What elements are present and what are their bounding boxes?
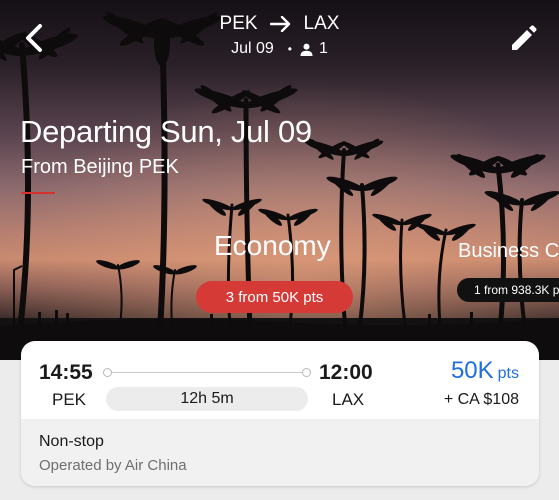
route-header: PEK LAX <box>0 13 559 35</box>
points-amount: 50K <box>450 357 494 384</box>
departure-time: 14:55 <box>39 361 93 384</box>
points-unit: pts <box>497 365 519 382</box>
flight-card-summary: 14:55 PEK 12h 5m 12:00 LAX 50K pts + CA … <box>21 341 539 419</box>
origin-code: PEK <box>219 13 258 34</box>
stops-label: Non-stop <box>39 433 104 450</box>
page-title: Departing Sun, Jul 09 <box>20 114 312 149</box>
cabin-tab-economy[interactable]: Economy <box>214 230 331 262</box>
pencil-icon <box>512 25 537 50</box>
arrow-right-icon <box>269 16 292 32</box>
points-price: 50K pts <box>451 357 519 385</box>
travel-date: Jul 09 <box>231 40 274 57</box>
destination-code: LAX <box>303 13 340 34</box>
passenger-count: 1 <box>319 40 328 57</box>
departure-airport: PEK <box>52 390 87 409</box>
title-underline <box>21 192 55 194</box>
arrival-time: 12:00 <box>319 361 373 384</box>
person-icon <box>300 43 313 56</box>
timeline-end-node <box>302 368 311 377</box>
cabin-tab-business[interactable]: Business Cl <box>458 240 559 263</box>
trip-summary: Jul 09 • 1 <box>0 40 559 58</box>
edit-search-button[interactable] <box>506 22 540 56</box>
cash-price: + CA $108 <box>443 391 519 408</box>
departure-city: From Beijing PEK <box>21 156 179 178</box>
timeline-start-node <box>103 368 112 377</box>
business-fare-summary[interactable]: 1 from 938.3K pt <box>457 278 559 302</box>
route-timeline <box>103 368 311 377</box>
flight-duration: 12h 5m <box>106 387 308 411</box>
flight-card-details: Non-stop Operated by Air China <box>21 419 539 486</box>
operator-label: Operated by Air China <box>39 457 187 474</box>
arrival-airport: LAX <box>332 390 365 409</box>
separator-dot: • <box>287 42 292 56</box>
flight-card[interactable]: 14:55 PEK 12h 5m 12:00 LAX 50K pts + CA … <box>21 341 539 486</box>
economy-fare-summary[interactable]: 3 from 50K pts <box>196 281 353 313</box>
